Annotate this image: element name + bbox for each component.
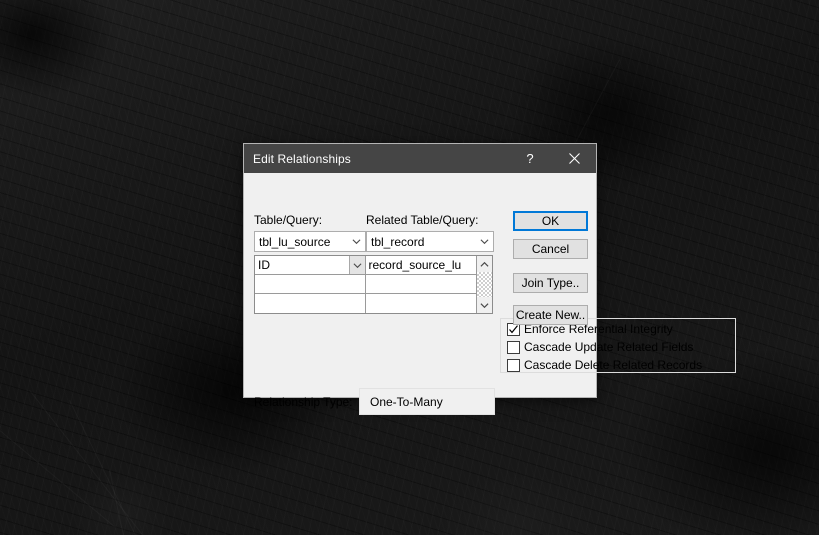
chevron-down-icon — [348, 237, 365, 246]
checkbox-label: Cascade Update Related Fields — [524, 340, 694, 354]
field-cell-left[interactable] — [255, 294, 366, 313]
close-icon[interactable] — [552, 144, 596, 173]
chevron-down-icon[interactable] — [348, 256, 365, 274]
scroll-down-icon[interactable] — [477, 297, 492, 313]
field-right-value: record_source_lu — [368, 258, 462, 272]
field-cell-right[interactable] — [365, 275, 476, 293]
table-row[interactable]: ID record_source_lu — [255, 256, 476, 275]
scroll-up-icon[interactable] — [477, 256, 492, 272]
field-mapping-grid[interactable]: ID record_source_lu — [254, 255, 493, 314]
table-row[interactable] — [255, 294, 476, 313]
dialog-title: Edit Relationships — [253, 151, 351, 166]
related-table-query-label: Related Table/Query: — [366, 213, 479, 227]
related-table-query-value: tbl_record — [371, 234, 425, 249]
field-cell-left[interactable]: ID — [255, 256, 366, 274]
referential-integrity-group: Enforce Referential Integrity Cascade Up… — [500, 318, 736, 373]
help-icon[interactable]: ? — [508, 144, 552, 173]
checkbox-cascade-update-related-fields[interactable]: Cascade Update Related Fields — [507, 340, 693, 354]
field-left-value: ID — [258, 258, 270, 272]
dialog-body: Table/Query: Related Table/Query: tbl_lu… — [244, 173, 736, 415]
join-type-button[interactable]: Join Type.. — [513, 273, 588, 293]
titlebar-button-group: ? — [508, 144, 596, 173]
related-table-query-combo[interactable]: tbl_record — [366, 231, 494, 252]
field-cell-right[interactable]: record_source_lu — [365, 256, 476, 274]
create-new-button[interactable]: Create New.. — [513, 305, 588, 325]
relationship-type-value-box: One-To-Many — [359, 388, 495, 415]
scrollbar-track[interactable] — [477, 272, 492, 297]
close-x-glyph — [568, 153, 580, 164]
table-query-label: Table/Query: — [254, 213, 323, 227]
field-grid-scrollbar[interactable] — [476, 256, 492, 313]
cancel-button[interactable]: Cancel — [513, 239, 588, 259]
chevron-down-icon — [476, 237, 493, 246]
field-cell-right[interactable] — [365, 294, 476, 313]
relationship-type-value: One-To-Many — [370, 394, 443, 409]
dialog-titlebar[interactable]: Edit Relationships ? — [244, 144, 596, 173]
edit-relationships-dialog: Edit Relationships ? Table/Query: Relate… — [243, 143, 736, 415]
table-row[interactable] — [255, 275, 476, 294]
relationship-type-label: Relationship Type: — [254, 395, 353, 409]
ok-button[interactable]: OK — [513, 211, 588, 231]
checkbox-label: Cascade Delete Related Records — [524, 358, 703, 372]
checkbox-cascade-delete-related-records[interactable]: Cascade Delete Related Records — [507, 358, 702, 372]
field-cell-left[interactable] — [255, 275, 366, 293]
field-grid-rows: ID record_source_lu — [255, 256, 476, 313]
table-query-combo[interactable]: tbl_lu_source — [254, 231, 366, 252]
table-query-value: tbl_lu_source — [259, 234, 331, 249]
check-icon — [509, 324, 518, 333]
help-glyph: ? — [526, 151, 534, 166]
checkbox-box[interactable] — [507, 340, 520, 354]
checkbox-box[interactable] — [507, 358, 520, 372]
